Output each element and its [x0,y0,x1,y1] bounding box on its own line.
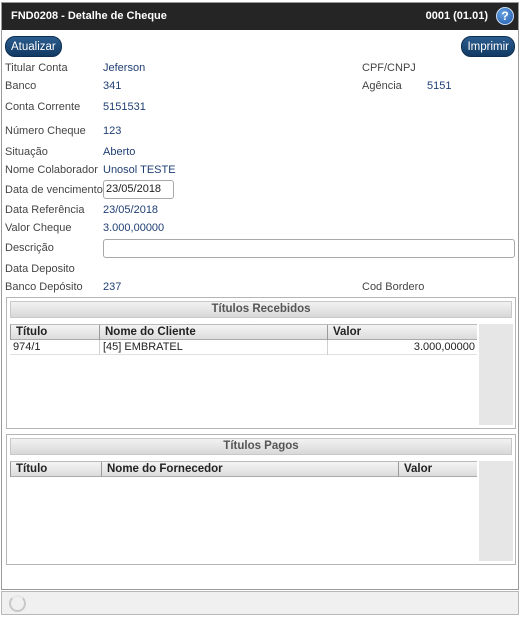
numero-value: 123 [103,125,122,137]
bordero-label: Cod Bordero [362,281,425,293]
cell-cliente: [45] EMBRATEL [99,340,327,355]
pagos-title: Títulos Pagos [10,438,512,455]
situacao-label: Situação [5,146,48,158]
recebidos-title: Títulos Recebidos [10,301,512,318]
col-valor[interactable]: Valor [327,325,477,340]
deposito-label: Data Deposito [5,263,75,275]
recebidos-panel: Títulos Recebidos Título Nome do Cliente… [6,297,516,429]
descricao-input[interactable] [103,239,515,258]
banco-label: Banco [5,80,37,92]
titular-label: Titular Conta [5,62,68,74]
conta-label: Conta Corrente [5,101,81,113]
help-icon[interactable]: ? [496,7,514,25]
version-label: 0001 (01.01) [425,10,488,22]
colaborador-label: Nome Colaborador [5,164,98,176]
col-titulo[interactable]: Título [10,325,99,340]
print-button[interactable]: Imprimir [461,36,515,57]
recebidos-scrollbar[interactable] [479,324,513,425]
agencia-value: 5151 [427,80,452,92]
cell-valor: 3.000,00000 [327,340,477,355]
valor-value: 3.000,00000 [103,222,165,234]
status-bar [1,591,519,615]
refresh-button[interactable]: Atualizar [5,36,62,57]
referencia-label: Data Referência [5,204,85,216]
descricao-label: Descrição [5,242,54,254]
col-fornecedor[interactable]: Nome do Fornecedor [101,462,398,477]
pagos-scrollbar[interactable] [479,461,513,561]
cpf-label: CPF/CNPJ [362,62,416,74]
situacao-value: Aberto [103,146,136,158]
titular-value: Jeferson [103,62,146,74]
title-bar: FND0208 - Detalhe de Cheque 0001 (01.01)… [2,3,518,30]
colaborador-value: Unosol TESTE [103,164,176,176]
cheque-detail-window: FND0208 - Detalhe de Cheque 0001 (01.01)… [1,2,519,590]
vencimento-label: Data de vencimento [5,184,103,196]
col-valor[interactable]: Valor [398,462,477,477]
pagos-grid-header: Título Nome do Fornecedor Valor [10,461,477,477]
col-titulo[interactable]: Título [10,462,101,477]
vencimento-input[interactable]: 23/05/2018 [103,180,174,199]
pagos-panel: Títulos Pagos Título Nome do Fornecedor … [6,434,516,565]
banco-deposito-value: 237 [103,281,122,293]
agencia-label: Agência [362,80,402,92]
recebidos-grid-header: Título Nome do Cliente Valor [10,324,477,340]
cell-titulo: 974/1 [13,341,41,353]
conta-value: 5151531 [103,101,146,113]
banco-deposito-label: Banco Depósito [5,281,83,293]
table-row[interactable]: 974/1 [45] EMBRATEL 3.000,00000 [10,340,477,355]
valor-label: Valor Cheque [5,222,72,234]
loading-spinner-icon [9,595,26,612]
col-cliente[interactable]: Nome do Cliente [99,325,327,340]
pagos-grid: Título Nome do Fornecedor Valor [10,461,477,561]
recebidos-grid: Título Nome do Cliente Valor 974/1 [45] … [10,324,477,425]
banco-value: 341 [103,80,122,92]
window-title: FND0208 - Detalhe de Cheque [11,10,167,22]
numero-label: Número Cheque [5,125,86,137]
referencia-value: 23/05/2018 [103,204,159,216]
